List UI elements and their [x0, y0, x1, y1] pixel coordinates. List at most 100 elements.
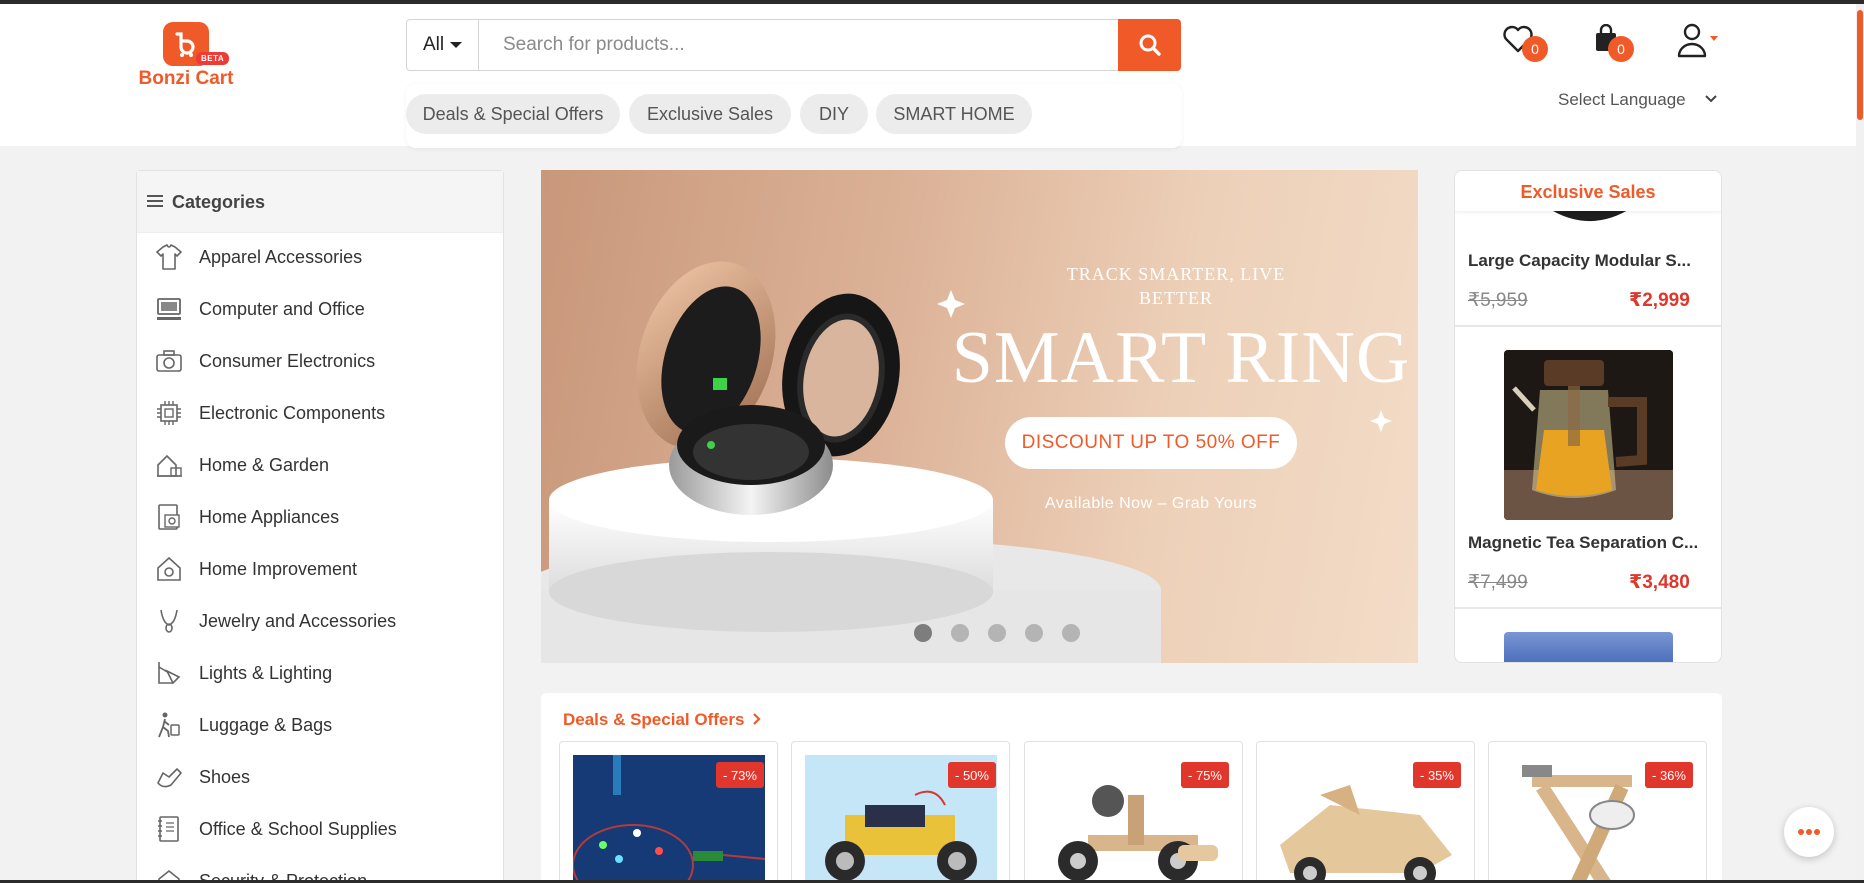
- exclusive-product-name[interactable]: Magnetic Tea Separation C...: [1468, 533, 1712, 553]
- category-item[interactable]: Home Appliances: [137, 493, 503, 545]
- divider: [1455, 607, 1721, 609]
- search-bar: All: [406, 19, 1181, 71]
- exclusive-product-price: ₹3,480: [1629, 572, 1690, 593]
- deal-discount-badge: - 75%: [1181, 762, 1229, 788]
- exclusive-product-image[interactable]: [1504, 632, 1673, 662]
- category-item[interactable]: Shoes: [137, 753, 503, 805]
- quick-link-diy[interactable]: DIY: [800, 94, 868, 134]
- category-item[interactable]: Lights & Lighting: [137, 649, 503, 701]
- chevron-down-icon[interactable]: [1704, 92, 1718, 106]
- category-item[interactable]: Office & School Supplies: [137, 805, 503, 857]
- category-item[interactable]: Consumer Electronics: [137, 337, 503, 389]
- exclusive-product-image[interactable]: [1504, 350, 1673, 520]
- carousel-dot[interactable]: [1025, 624, 1043, 642]
- category-item[interactable]: Home Improvement: [137, 545, 503, 597]
- category-label: Shoes: [199, 767, 251, 787]
- exclusive-sales-title[interactable]: Exclusive Sales: [1455, 171, 1721, 211]
- page-scrollbar-track[interactable]: [1856, 4, 1864, 880]
- category-label: Computer and Office: [199, 299, 365, 319]
- lamp-icon: [155, 659, 183, 687]
- deal-discount-badge: - 50%: [948, 762, 996, 788]
- category-label: Home & Garden: [199, 455, 330, 475]
- chat-button[interactable]: [1784, 807, 1834, 857]
- user-icon: [1677, 23, 1718, 58]
- quick-link-smart-home[interactable]: SMART HOME: [876, 94, 1032, 134]
- search-input[interactable]: [479, 20, 1111, 70]
- categories-header: Categories: [137, 171, 503, 233]
- exclusive-product-price: ₹2,999: [1629, 290, 1690, 311]
- search-button[interactable]: [1118, 19, 1181, 71]
- carousel-dot[interactable]: [988, 624, 1006, 642]
- quick-link-deals[interactable]: Deals & Special Offers: [406, 94, 620, 134]
- teapot-image: [1504, 350, 1673, 520]
- categories-sidebar: Categories Apparel Accessories Computer a…: [136, 170, 504, 883]
- category-item[interactable]: Computer and Office: [137, 285, 503, 337]
- category-item[interactable]: Luggage & Bags: [137, 701, 503, 753]
- house-icon: [155, 451, 183, 479]
- category-item[interactable]: Home & Garden: [137, 441, 503, 493]
- exclusive-product-old-price: ₹5,959: [1468, 290, 1528, 311]
- menu-icon: [147, 195, 163, 207]
- carousel-dot[interactable]: [914, 624, 932, 642]
- deal-card[interactable]: - 36%: [1488, 741, 1707, 883]
- wishlist-button[interactable]: 0: [1502, 24, 1548, 64]
- category-label: Office & School Supplies: [199, 819, 397, 839]
- category-item[interactable]: Apparel Accessories: [137, 233, 503, 285]
- brand-logo[interactable]: BETA Bonzi Cart: [136, 22, 236, 94]
- banner-subtitle: TRACK SMARTER, LIVE BETTER: [1066, 264, 1286, 308]
- exclusive-sales-panel: Exclusive Sales Large Capacity Modular S…: [1454, 170, 1722, 663]
- appliance-icon: [155, 503, 183, 531]
- quick-links-bar: Deals & Special Offers Exclusive Sales D…: [406, 84, 1182, 148]
- camera-icon: [155, 347, 183, 375]
- category-label: Consumer Electronics: [199, 351, 376, 371]
- page-scrollbar-thumb[interactable]: [1857, 10, 1863, 120]
- deals-title-text: Deals & Special Offers: [563, 710, 745, 729]
- banner-cta-button[interactable]: DISCOUNT UP TO 50% OFF: [1005, 417, 1297, 469]
- deal-discount-badge: - 36%: [1645, 762, 1693, 788]
- deals-section-title[interactable]: Deals & Special Offers: [563, 710, 762, 730]
- deal-card[interactable]: - 50%: [791, 741, 1010, 883]
- traveler-icon: [155, 711, 183, 739]
- wishlist-count-badge: 0: [1522, 36, 1548, 62]
- categories-title: Categories: [172, 192, 266, 212]
- banner-title: SMART RING: [951, 317, 1411, 399]
- search-category-value: All: [422, 34, 445, 55]
- category-item[interactable]: Jewelry and Accessories: [137, 597, 503, 649]
- binder-icon: [155, 815, 183, 843]
- banner-footer-text: Available Now – Grab Yours: [1045, 495, 1257, 512]
- cart-count-badge: 0: [1608, 36, 1634, 62]
- quick-link-exclusive-sales[interactable]: Exclusive Sales: [629, 94, 791, 134]
- language-selector[interactable]: Select Language: [1558, 90, 1686, 110]
- cart-button[interactable]: 0: [1592, 23, 1636, 64]
- deal-card[interactable]: - 75%: [1024, 741, 1243, 883]
- category-label: Home Appliances: [199, 507, 340, 527]
- category-item[interactable]: Electronic Components: [137, 389, 503, 441]
- shoe-icon: [155, 763, 183, 791]
- more-dots-icon: [1798, 829, 1820, 835]
- carousel-dot[interactable]: [951, 624, 969, 642]
- computer-icon: [155, 295, 183, 323]
- divider: [1455, 325, 1721, 327]
- deal-discount-badge: - 73%: [716, 762, 764, 788]
- category-label: Luggage & Bags: [199, 715, 333, 735]
- deal-card[interactable]: - 73%: [559, 741, 778, 883]
- category-label: Electronic Components: [199, 403, 386, 423]
- exclusive-product-name[interactable]: Large Capacity Modular S...: [1468, 251, 1712, 271]
- account-menu-button[interactable]: [1676, 22, 1720, 62]
- site-header: BETA Bonzi Cart All Deals & Special Offe…: [0, 4, 1856, 148]
- chevron-right-icon: [753, 713, 761, 725]
- beta-tag: BETA: [196, 52, 230, 65]
- category-label: Home Improvement: [199, 559, 358, 579]
- shirt-icon: [155, 243, 183, 271]
- search-category-dropdown[interactable]: All: [407, 20, 479, 70]
- hero-banner[interactable]: TRACK SMARTER, LIVE BETTER SMART RING DI…: [541, 170, 1418, 663]
- search-icon: [1139, 34, 1161, 56]
- deal-card[interactable]: - 35%: [1256, 741, 1475, 883]
- necklace-icon: [155, 607, 183, 635]
- home-gear-icon: [155, 555, 183, 583]
- deals-section: Deals & Special Offers - 73% - 50% - 75%…: [541, 693, 1722, 883]
- category-label: Jewelry and Accessories: [199, 611, 397, 631]
- chip-icon: [155, 399, 183, 427]
- carousel-dot[interactable]: [1062, 624, 1080, 642]
- category-label: Apparel Accessories: [199, 247, 363, 267]
